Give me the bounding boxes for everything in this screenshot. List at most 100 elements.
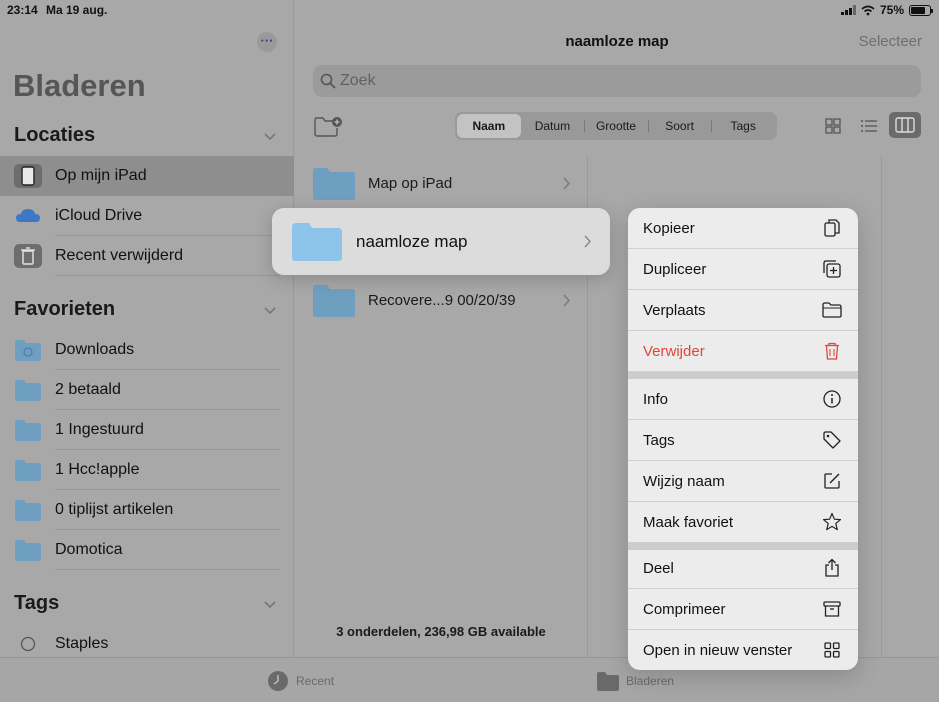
sidebar-item-on-my-ipad[interactable]: Op mijn iPad (0, 156, 294, 196)
sidebar-item-label: 0 tiplijst artikelen (55, 501, 174, 518)
icloud-icon (16, 209, 40, 222)
sidebar-item-label: Staples (55, 635, 109, 652)
menu-item-compress[interactable]: Comprimeer (628, 589, 858, 630)
folder-icon (15, 420, 41, 441)
menu-item-rename[interactable]: Wijzig naam (628, 461, 858, 502)
clock-icon (268, 671, 288, 691)
chevron-down-icon[interactable] (264, 598, 276, 610)
divider (55, 569, 280, 570)
menu-item-label: Wijzig naam (643, 473, 725, 490)
chevron-right-icon (584, 235, 592, 248)
folder-icon (15, 540, 41, 561)
sort-option-date[interactable]: Datum (521, 114, 585, 138)
sidebar-item-recently-deleted[interactable]: Recent verwijderd (0, 236, 294, 276)
sort-option-tags[interactable]: Tags (711, 114, 775, 138)
menu-item-label: Tags (643, 432, 675, 449)
more-options-button[interactable]: ··· (257, 32, 277, 52)
file-row[interactable]: Recovere...9 00/20/39 (295, 272, 587, 330)
chevron-right-icon (563, 294, 571, 307)
folder-icon (822, 302, 842, 318)
sort-option-kind[interactable]: Soort (647, 114, 712, 138)
section-header-favorites[interactable]: Favorieten (14, 298, 115, 321)
ipad-icon (14, 164, 42, 188)
sidebar-item-favorite[interactable]: 1 Hcc!apple (0, 450, 294, 490)
sidebar-item-label: Domotica (55, 541, 123, 558)
search-input[interactable]: Zoek (313, 65, 921, 97)
duplicate-icon (823, 260, 841, 278)
menu-item-favorite[interactable]: Maak favoriet (628, 502, 858, 543)
menu-item-label: Info (643, 391, 669, 408)
sidebar-item-label: 1 Ingestuurd (55, 421, 144, 438)
sidebar-title: Bladeren (13, 68, 146, 103)
star-icon (822, 512, 842, 531)
sidebar-item-label: Downloads (55, 341, 135, 358)
select-button[interactable]: Selecteer (859, 33, 922, 50)
sort-segmented-control: Naam Datum Grootte Soort Tags (455, 112, 777, 140)
archive-icon (823, 601, 841, 617)
downloads-folder-icon (15, 340, 41, 361)
sort-option-size[interactable]: Grootte (584, 114, 648, 138)
file-row[interactable]: Map op iPad (295, 155, 587, 213)
menu-item-label: Maak favoriet (643, 514, 734, 531)
menu-item-label: Deel (643, 560, 674, 577)
file-name: naamloze map (356, 232, 468, 251)
signal-icon (840, 5, 856, 15)
folder-icon (292, 223, 342, 261)
chevron-down-icon[interactable] (264, 304, 276, 316)
menu-item-label: Comprimeer (643, 601, 726, 618)
tab-label: Recent (296, 674, 335, 688)
sidebar-item-favorite[interactable]: Domotica (0, 530, 294, 570)
menu-item-delete[interactable]: Verwijder (628, 331, 858, 372)
trash-icon (14, 244, 42, 268)
chevron-right-icon (563, 177, 571, 190)
folder-icon (15, 380, 41, 401)
sidebar-item-label: 1 Hcc!apple (55, 461, 140, 478)
tab-browse[interactable]: Bladeren (596, 670, 674, 692)
battery-percentage: 75% (879, 3, 904, 17)
menu-group-separator (628, 372, 858, 379)
menu-item-move[interactable]: Verplaats (628, 290, 858, 331)
selected-folder-preview[interactable]: naamloze map (272, 208, 610, 275)
menu-item-info[interactable]: Info (628, 379, 858, 420)
sidebar-item-icloud-drive[interactable]: iCloud Drive (0, 196, 294, 236)
icon-view-grid-icon[interactable] (821, 114, 845, 138)
tab-recent[interactable]: Recent (266, 670, 334, 692)
sidebar-item-label: iCloud Drive (55, 207, 143, 224)
menu-item-label: Verwijder (643, 343, 705, 360)
search-icon (320, 73, 336, 89)
tab-label: Bladeren (626, 674, 675, 688)
sidebar-item-label: Recent verwijderd (55, 247, 184, 264)
menu-item-open-new-window[interactable]: Open in nieuw venster (628, 630, 858, 670)
sidebar-item-downloads[interactable]: Downloads (0, 330, 294, 370)
column-divider (881, 155, 882, 657)
grid-icon (824, 642, 840, 658)
menu-item-tags[interactable]: Tags (628, 420, 858, 461)
list-view-icon[interactable] (857, 114, 881, 138)
sidebar-item-favorite[interactable]: 0 tiplijst artikelen (0, 490, 294, 530)
section-header-tags[interactable]: Tags (14, 592, 59, 615)
trash-icon (825, 342, 839, 360)
menu-item-copy[interactable]: Kopieer (628, 208, 858, 249)
chevron-down-icon[interactable] (264, 130, 276, 142)
folder-icon (15, 460, 41, 481)
files-app: ··· Bladeren Locaties Op mijn iPad iClou… (0, 0, 939, 702)
folder-icon (313, 168, 355, 200)
menu-item-label: Verplaats (643, 302, 706, 319)
sort-option-name[interactable]: Naam (457, 114, 521, 138)
wifi-icon (861, 5, 875, 15)
copy-icon (824, 219, 840, 237)
sidebar-item-favorite[interactable]: 1 Ingestuurd (0, 410, 294, 450)
column-view-icon[interactable] (889, 112, 921, 138)
menu-item-share[interactable]: Deel (628, 548, 858, 589)
sidebar: ··· Bladeren Locaties Op mijn iPad iClou… (0, 0, 294, 657)
sidebar-item-label: Op mijn iPad (55, 167, 147, 184)
menu-item-duplicate[interactable]: Dupliceer (628, 249, 858, 290)
context-menu: Kopieer Dupliceer Verplaats Verwijder In… (628, 208, 858, 670)
new-folder-icon[interactable] (313, 115, 343, 137)
folder-icon (15, 500, 41, 521)
section-header-locations[interactable]: Locaties (14, 124, 95, 147)
edit-icon (824, 473, 840, 489)
sidebar-item-favorite[interactable]: 2 betaald (0, 370, 294, 410)
menu-item-label: Kopieer (643, 220, 695, 237)
status-indicators: 75% (840, 3, 933, 17)
